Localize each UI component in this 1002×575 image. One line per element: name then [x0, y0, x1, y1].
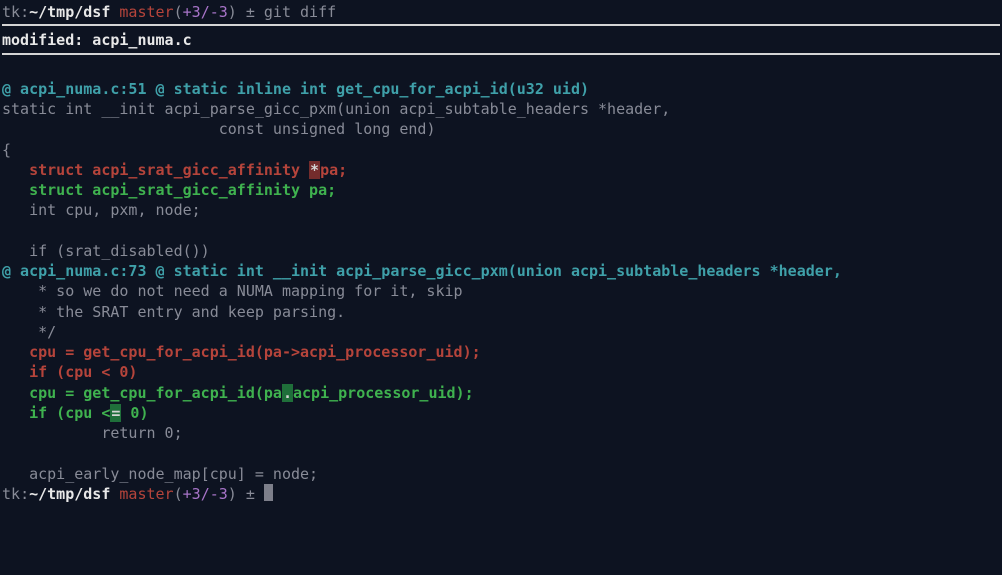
- add-if-eq-highlight: =: [110, 404, 121, 422]
- prompt-pm: ±: [246, 3, 255, 21]
- paren-close-2: ): [228, 485, 237, 503]
- add-cpu-dot-highlight: .: [282, 384, 293, 402]
- shell-prompt-1[interactable]: tk:~/tmp/dsf master(+3/-3) ± git diff: [2, 2, 1000, 22]
- add-cpu-pre: cpu = get_cpu_for_acpi_id(pa: [29, 384, 282, 402]
- del-cpu-post: acpi_processor_uid);: [300, 343, 481, 361]
- divider-under-header: [2, 53, 1000, 55]
- diff-add-struct: struct acpi_srat_gicc_affinity pa;: [2, 180, 1000, 200]
- diff-comment-2: * the SRAT entry and keep parsing.: [2, 302, 1000, 322]
- prompt-user-2: tk: [2, 485, 20, 503]
- del-struct-text: struct acpi_srat_gicc_affinity: [29, 161, 309, 179]
- diff-ctx-blank-1: [2, 221, 1000, 241]
- git-branch-2: master: [119, 485, 173, 503]
- prompt-tilde-2: ~: [29, 485, 38, 503]
- paren-open-2: (: [174, 485, 183, 503]
- diff-brace-open: {: [2, 140, 1000, 160]
- shell-command: git diff: [264, 3, 336, 21]
- paren-open: (: [174, 3, 183, 21]
- diff-del-cpu: cpu = get_cpu_for_acpi_id(pa->acpi_proce…: [2, 342, 1000, 362]
- diff-ctx-if-srat: if (srat_disabled()): [2, 241, 1000, 261]
- diff-add-cpu: cpu = get_cpu_for_acpi_id(pa.acpi_proces…: [2, 383, 1000, 403]
- git-counts-minus: -3: [210, 3, 228, 21]
- prompt-user: tk: [2, 3, 20, 21]
- paren-close: ): [228, 3, 237, 21]
- shell-prompt-2[interactable]: tk:~/tmp/dsf master(+3/-3) ±: [2, 484, 1000, 504]
- diff-del-if: if (cpu < 0): [2, 362, 1000, 382]
- diff-add-if: if (cpu <= 0): [2, 403, 1000, 423]
- del-struct-tail: pa;: [320, 161, 347, 179]
- prompt-tilde: ~: [29, 3, 38, 21]
- diff-comment-3: */: [2, 322, 1000, 342]
- add-if-pre: if (cpu <: [29, 404, 110, 422]
- git-counts-plus-2: +3: [183, 485, 201, 503]
- diff-del-struct: struct acpi_srat_gicc_affinity *pa;: [2, 160, 1000, 180]
- prompt-colon: :: [20, 3, 29, 21]
- diff-comment-1: * so we do not need a NUMA mapping for i…: [2, 281, 1000, 301]
- prompt-colon-2: :: [20, 485, 29, 503]
- cursor: [264, 484, 273, 501]
- add-cpu-post: acpi_processor_uid);: [293, 384, 474, 402]
- diff-ctx-map: acpi_early_node_map[cpu] = node;: [2, 464, 1000, 484]
- git-counts-sep-2: /: [201, 485, 210, 503]
- blank-row-1: [2, 59, 1000, 79]
- del-cpu-pre: cpu = get_cpu_for_acpi_id(pa: [29, 343, 282, 361]
- del-cpu-arrow: ->: [282, 343, 300, 361]
- git-counts-plus: +3: [183, 3, 201, 21]
- diff-sig-1: static int __init acpi_parse_gicc_pxm(un…: [2, 99, 1000, 119]
- diff-ctx-decl: int cpu, pxm, node;: [2, 200, 1000, 220]
- prompt-cwd-2: /tmp/dsf: [38, 485, 110, 503]
- add-if-post: 0): [121, 404, 148, 422]
- diff-ctx-blank-2: [2, 443, 1000, 463]
- git-counts-minus-2: -3: [210, 485, 228, 503]
- diff-hunk-2: @ acpi_numa.c:73 @ static int __init acp…: [2, 261, 1000, 281]
- prompt-cwd: /tmp/dsf: [38, 3, 110, 21]
- diff-ctx-return: return 0;: [2, 423, 1000, 443]
- prompt-pm-2: ±: [246, 485, 255, 503]
- del-struct-star-highlight: *: [309, 161, 320, 179]
- diff-sig-2: const unsigned long end): [2, 119, 1000, 139]
- diff-hunk-1: @ acpi_numa.c:51 @ static inline int get…: [2, 79, 1000, 99]
- git-branch: master: [119, 3, 173, 21]
- git-counts-sep: /: [201, 3, 210, 21]
- diff-modified-header: modified: acpi_numa.c: [2, 30, 1000, 50]
- divider-top: [2, 24, 1000, 26]
